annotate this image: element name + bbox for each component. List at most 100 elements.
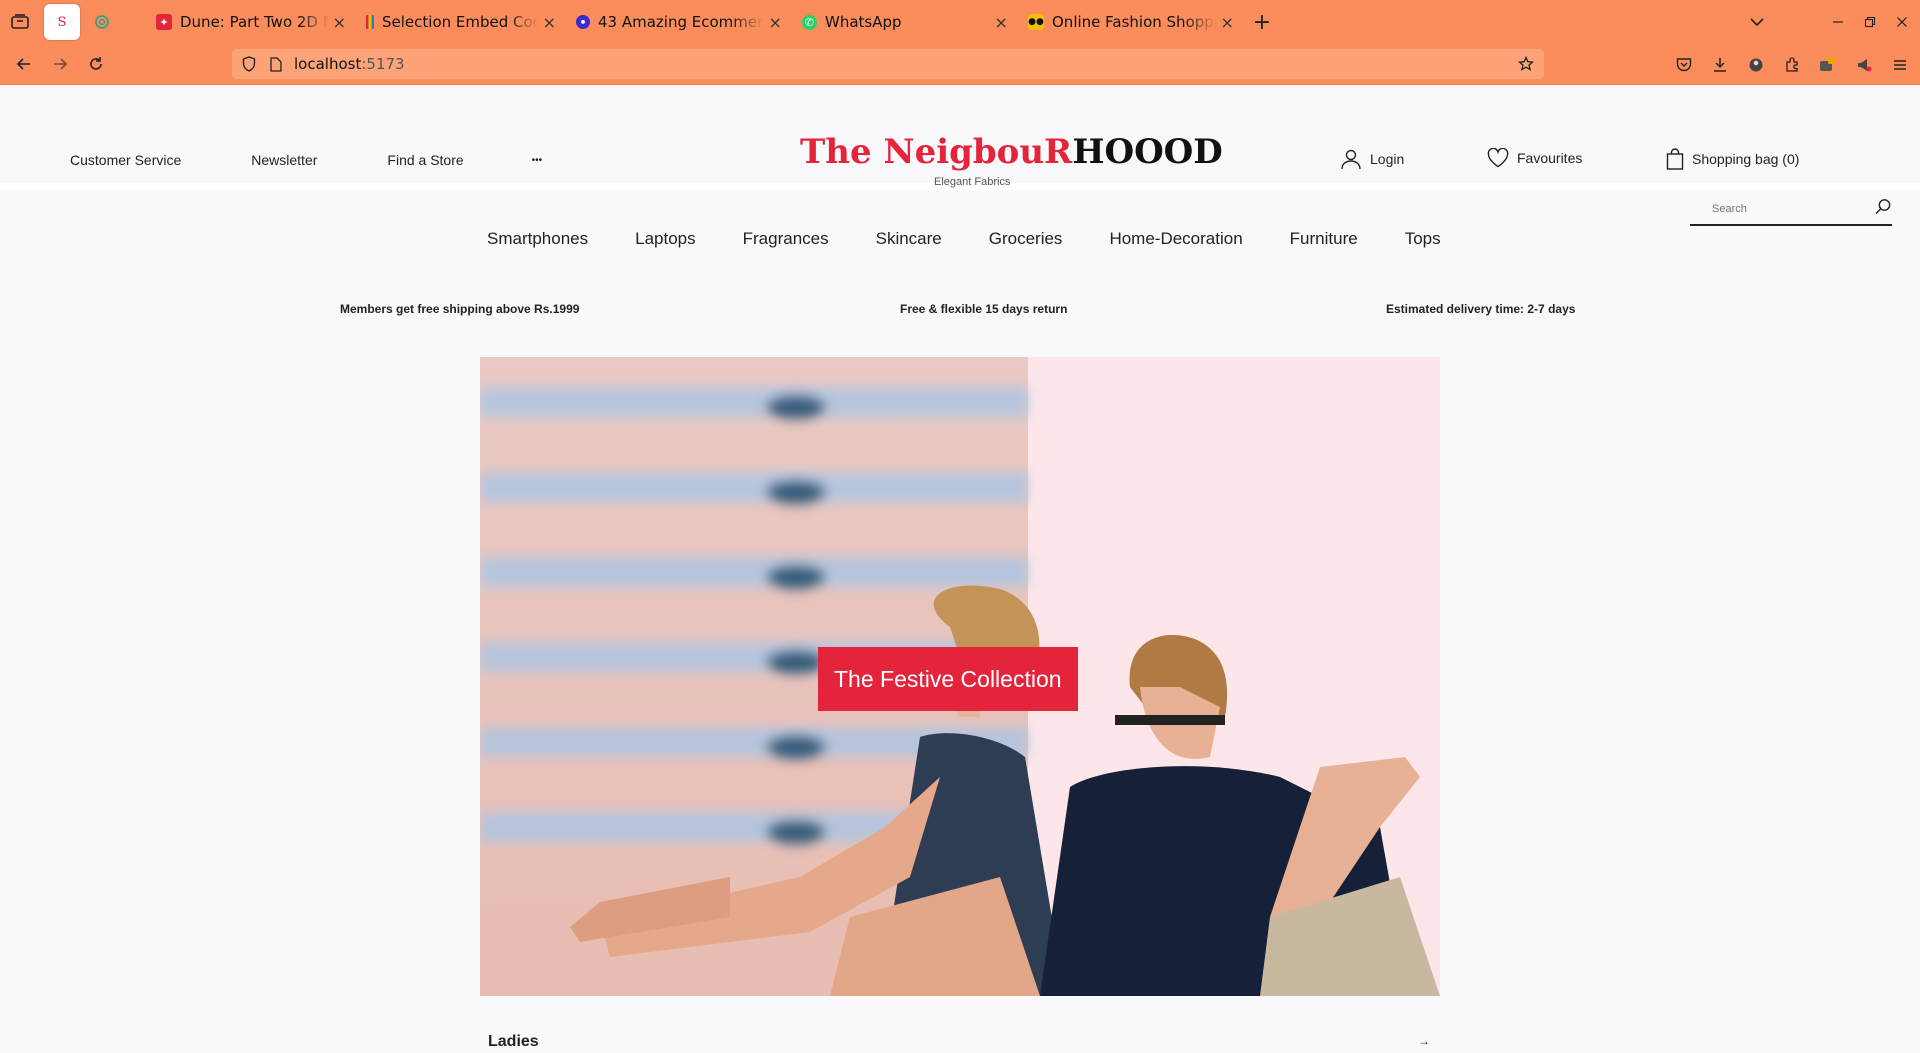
- extension-avatar-icon: [1749, 58, 1763, 71]
- section-title-ladies[interactable]: Ladies: [488, 1033, 539, 1051]
- shopping-bag-icon: [1666, 148, 1684, 170]
- new-tab-button[interactable]: +: [1244, 4, 1280, 40]
- find-a-store-link[interactable]: Find a Store: [387, 152, 463, 168]
- category-tops[interactable]: Tops: [1405, 229, 1441, 249]
- ticket-icon: ✦: [156, 14, 172, 30]
- download-icon: [1714, 57, 1726, 72]
- category-home-decoration[interactable]: Home-Decoration: [1109, 229, 1242, 249]
- forward-button[interactable]: [42, 48, 78, 80]
- back-button[interactable]: [6, 48, 42, 80]
- navigation-toolbar: localhost:5173: [0, 44, 1920, 85]
- close-icon[interactable]: ×: [1220, 13, 1234, 32]
- hero-title[interactable]: The Festive Collection: [818, 647, 1078, 711]
- close-icon[interactable]: ×: [768, 13, 782, 32]
- user-icon: [1341, 149, 1361, 170]
- star-icon[interactable]: [1518, 56, 1534, 72]
- search-box: [1690, 196, 1892, 226]
- category-furniture[interactable]: Furniture: [1290, 229, 1358, 249]
- url-host: localhost: [294, 55, 362, 73]
- circle-icon: •: [576, 15, 590, 29]
- category-skincare[interactable]: Skincare: [876, 229, 942, 249]
- pinned-tab-active[interactable]: S: [44, 4, 80, 40]
- heart-icon: [1487, 148, 1509, 168]
- chevron-down-icon: [1750, 18, 1764, 27]
- shield-icon: [242, 56, 256, 72]
- reload-button[interactable]: [78, 48, 114, 80]
- benefit-returns: Free & flexible 15 days return: [900, 302, 1068, 316]
- tab-selection-embed[interactable]: Selection Embed Code - C ×: [356, 5, 566, 39]
- page-icon: [270, 56, 282, 72]
- close-icon[interactable]: ×: [994, 13, 1008, 32]
- toolbar-right: [1666, 44, 1920, 85]
- chatgpt-icon: [95, 15, 109, 29]
- extension-badge-icon: [1820, 56, 1836, 71]
- megaphone-icon: [1858, 58, 1872, 71]
- tab-label: 43 Amazing Ecommerce W: [598, 13, 764, 31]
- benefit-delivery: Estimated delivery time: 2-7 days: [1386, 302, 1576, 316]
- downloads-button[interactable]: [1702, 49, 1738, 81]
- top-left-nav: Customer Service Newsletter Find a Store…: [70, 152, 612, 168]
- shopping-bag-label: Shopping bag (0): [1692, 151, 1800, 167]
- extension-button-3[interactable]: [1846, 49, 1882, 81]
- reload-icon: [90, 57, 102, 70]
- close-window-button[interactable]: [1896, 0, 1908, 44]
- site-tagline: Elegant Fabrics: [934, 176, 1011, 188]
- close-icon[interactable]: ×: [543, 13, 556, 32]
- favourites-link[interactable]: Favourites: [1487, 148, 1582, 168]
- newsletter-link[interactable]: Newsletter: [251, 152, 317, 168]
- puzzle-icon: [1786, 56, 1798, 72]
- tab-list-button[interactable]: [0, 0, 40, 44]
- tab-ecommerce[interactable]: • 43 Amazing Ecommerce W ×: [566, 5, 792, 39]
- address-bar[interactable]: localhost:5173: [232, 49, 1544, 79]
- arrow-right-icon[interactable]: →: [1418, 1034, 1430, 1048]
- search-input[interactable]: [1690, 196, 1860, 222]
- pinned-tab-chatgpt[interactable]: [84, 4, 120, 40]
- tab-label: Online Fashion Shopping: [1052, 13, 1217, 31]
- customer-service-link[interactable]: Customer Service: [70, 152, 181, 168]
- pocket-button[interactable]: [1666, 49, 1702, 81]
- category-smartphones[interactable]: Smartphones: [487, 229, 588, 249]
- minimize-button[interactable]: [1832, 0, 1844, 44]
- close-icon[interactable]: ×: [333, 13, 346, 32]
- search-icon[interactable]: [1874, 198, 1892, 216]
- tab-whatsapp[interactable]: ✆ WhatsApp ×: [792, 5, 1018, 39]
- extensions-button[interactable]: [1774, 49, 1810, 81]
- extension-button-2[interactable]: [1810, 49, 1846, 81]
- category-nav: Smartphones Laptops Fragrances Skincare …: [487, 229, 1488, 249]
- tab-label: Dune: Part Two 2D Movie: [180, 13, 329, 31]
- url-port: :5173: [361, 55, 405, 73]
- category-fragrances[interactable]: Fragrances: [743, 229, 829, 249]
- tab-online-fashion[interactable]: ●● Online Fashion Shopping ×: [1018, 5, 1244, 39]
- logo-red-text: The NeigbouR: [800, 132, 1073, 172]
- tab-bar: S ✦ Dune: Part Two 2D Movie × Selection …: [0, 0, 1920, 44]
- pinned-tab-letter: S: [57, 14, 67, 30]
- app-menu-button[interactable]: [1882, 49, 1918, 81]
- tab-overflow-button[interactable]: [1750, 0, 1764, 44]
- restore-button[interactable]: [1864, 0, 1876, 44]
- arrow-right-icon: [54, 58, 68, 70]
- pocket-icon: [1676, 58, 1692, 72]
- plus-icon: +: [1252, 9, 1272, 35]
- tab-dune[interactable]: ✦ Dune: Part Two 2D Movie ×: [146, 5, 356, 39]
- more-options-button[interactable]: •••: [532, 155, 543, 166]
- shopping-bag-link[interactable]: Shopping bag (0): [1666, 148, 1799, 170]
- extension-button-1[interactable]: [1738, 49, 1774, 81]
- category-laptops[interactable]: Laptops: [635, 229, 696, 249]
- palette-icon: [366, 15, 374, 29]
- close-icon: [1897, 17, 1907, 27]
- tab-label: Selection Embed Code - C: [382, 13, 539, 31]
- benefit-free-shipping: Members get free shipping above Rs.1999: [340, 302, 580, 316]
- arrow-left-icon: [16, 58, 30, 70]
- minimize-icon: [1833, 21, 1843, 23]
- glasses-icon: ●●: [1028, 14, 1044, 30]
- login-label: Login: [1370, 151, 1405, 167]
- folder-tabs-icon: [11, 14, 29, 29]
- favourites-label: Favourites: [1517, 150, 1583, 166]
- category-groceries[interactable]: Groceries: [989, 229, 1063, 249]
- web-page: Customer Service Newsletter Find a Store…: [0, 86, 1920, 1053]
- login-link[interactable]: Login: [1340, 148, 1404, 170]
- tab-label: WhatsApp: [825, 13, 902, 31]
- hero-banner[interactable]: The Festive Collection: [480, 357, 1440, 996]
- whatsapp-icon: ✆: [802, 14, 817, 30]
- site-logo[interactable]: The NeigbouRHOOOD: [800, 132, 1223, 172]
